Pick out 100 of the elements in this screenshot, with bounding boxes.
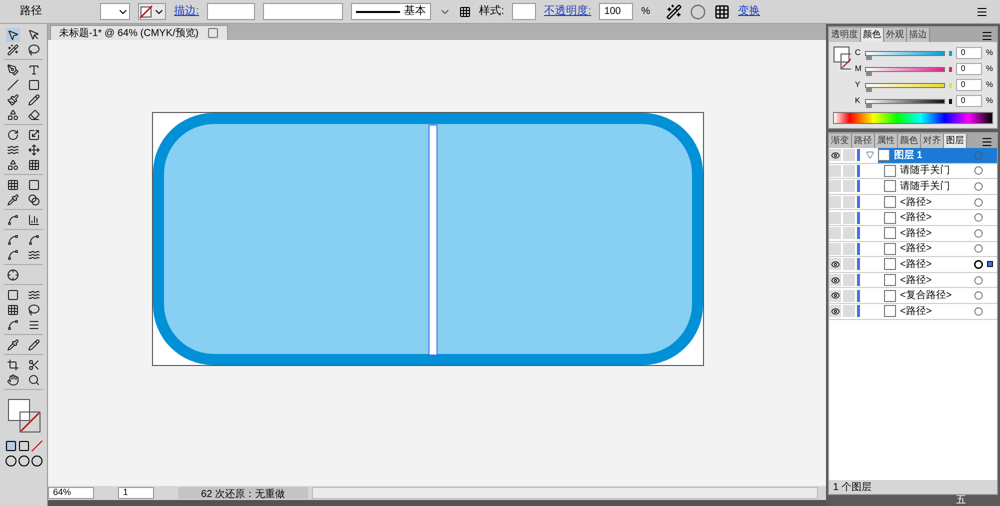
channel-value-field[interactable]: 0 [956, 47, 982, 59]
twirl-tool-icon[interactable] [27, 303, 42, 317]
lock-toggle[interactable] [843, 164, 855, 177]
lock-toggle[interactable] [843, 258, 855, 270]
target-icon[interactable] [974, 228, 983, 238]
zoom-tool-icon[interactable] [27, 373, 42, 387]
target-icon[interactable] [974, 276, 983, 285]
lock-toggle[interactable] [843, 227, 855, 240]
flag-tool-icon[interactable] [27, 288, 42, 302]
opacity-field[interactable]: 100 [599, 3, 634, 20]
direct-selection-tool-icon[interactable] [27, 28, 42, 42]
lock-toggle[interactable] [843, 149, 855, 162]
panel-tab[interactable]: 描边 [907, 28, 930, 42]
panel-tab[interactable]: 属性 [875, 134, 898, 148]
style-dropdown[interactable] [512, 3, 536, 20]
target-icon[interactable] [974, 244, 983, 254]
draw-normal-icon[interactable] [4, 455, 16, 467]
dropper-tool-icon[interactable] [6, 338, 20, 352]
color-spectrum[interactable] [833, 112, 993, 124]
gradient-tool-icon[interactable] [27, 178, 42, 192]
visibility-toggle[interactable] [829, 212, 841, 224]
visibility-toggle[interactable] [829, 274, 841, 286]
stroke-weight-field[interactable] [207, 3, 256, 20]
visibility-toggle[interactable] [829, 258, 841, 270]
stroke-swatch-icon[interactable] [19, 411, 41, 433]
none-mode-icon[interactable] [30, 440, 42, 452]
draw-behind-icon[interactable] [18, 455, 30, 467]
channel-value-field[interactable]: 0 [956, 95, 982, 107]
line-tool-icon[interactable] [6, 78, 20, 92]
panel-tab[interactable]: 颜色 [861, 28, 884, 42]
visibility-toggle[interactable] [829, 149, 841, 162]
mesh-tool-icon[interactable] [6, 178, 20, 192]
channel-value-field[interactable]: 0 [956, 79, 982, 91]
free-transform-tool-icon[interactable] [27, 143, 42, 157]
blob-brush-tool-icon[interactable] [6, 108, 20, 122]
curve-tool-icon[interactable] [6, 233, 20, 247]
type-tool-icon[interactable] [27, 63, 42, 77]
visibility-toggle[interactable] [829, 227, 841, 240]
eraser-tool-icon[interactable] [27, 108, 42, 122]
opacity-link[interactable]: 不透明度: [544, 3, 592, 20]
marker-tool-icon[interactable] [27, 338, 42, 352]
target-icon[interactable] [974, 213, 983, 222]
target-icon[interactable] [974, 260, 983, 269]
transform-link[interactable]: 变换 [738, 3, 760, 20]
no-stroke-icon[interactable] [139, 4, 153, 18]
variable-width-dropdown[interactable] [263, 3, 344, 20]
horizontal-scrollbar[interactable] [312, 487, 818, 499]
corner-tool-icon[interactable] [27, 233, 42, 247]
target-icon[interactable] [974, 182, 983, 191]
panel-tab[interactable]: 路径 [852, 134, 875, 148]
eyedropper-tool-icon[interactable] [6, 193, 20, 207]
gradient-mode-icon[interactable] [18, 440, 30, 452]
lock-toggle[interactable] [843, 274, 855, 286]
panel-tab[interactable]: 渐变 [829, 134, 852, 148]
brush-dropdown[interactable]: 基本 [351, 3, 432, 20]
rectangle-tool-icon[interactable] [27, 78, 42, 92]
stroke-dropdown[interactable] [138, 3, 166, 20]
layer-row[interactable]: 图层 1 [878, 148, 997, 163]
panel-tab[interactable]: 颜色 [898, 134, 921, 148]
artboard-tool-icon[interactable] [6, 358, 20, 372]
stroke-link[interactable]: 描边: [174, 3, 200, 20]
normal-mode-icon[interactable] [4, 440, 16, 452]
zoom-dropdown[interactable]: 64% [48, 487, 94, 499]
hand-tool-icon[interactable] [6, 373, 20, 387]
fill-stroke-icon[interactable] [833, 46, 851, 70]
wave-tool-icon[interactable] [27, 248, 42, 262]
channel-value-field[interactable]: 0 [956, 63, 982, 75]
visibility-toggle[interactable] [829, 290, 841, 302]
slice-tool-icon[interactable] [27, 358, 42, 372]
panel-tab[interactable]: 对齐 [921, 134, 944, 148]
target-icon[interactable] [974, 306, 983, 316]
panel-menu-icon[interactable] [981, 30, 993, 42]
blend-tool-icon[interactable] [27, 193, 42, 207]
lasso-tool-icon[interactable] [27, 43, 42, 57]
menu-icon[interactable] [976, 6, 988, 18]
lock-toggle[interactable] [843, 242, 855, 255]
visibility-toggle[interactable] [829, 305, 841, 318]
lock-toggle[interactable] [843, 212, 855, 224]
artboard-dropdown[interactable]: 1 [118, 487, 154, 499]
visibility-toggle[interactable] [829, 164, 841, 177]
graph-tool-icon[interactable] [27, 213, 42, 227]
draw-inside-icon[interactable] [30, 455, 42, 467]
visibility-toggle[interactable] [829, 180, 841, 192]
envelope-tool-icon[interactable] [6, 288, 20, 302]
lines-tool-icon[interactable] [27, 318, 42, 332]
visibility-toggle[interactable] [829, 242, 841, 255]
scale-tool-icon[interactable] [27, 128, 42, 142]
visibility-toggle[interactable] [829, 196, 841, 208]
lock-toggle[interactable] [843, 290, 855, 302]
panel-tab[interactable]: 透明度 [829, 28, 861, 42]
document-tab[interactable]: 未标题-1* @ 64% (CMYK/预览) [50, 25, 228, 40]
close-icon[interactable] [206, 27, 219, 39]
pencil-tool-icon[interactable] [27, 93, 42, 107]
warp-tool-icon[interactable] [6, 143, 20, 157]
lock-toggle[interactable] [843, 196, 855, 208]
rotate-tool-icon[interactable] [6, 128, 20, 142]
pen-tool-icon[interactable] [6, 63, 20, 77]
lock-toggle[interactable] [843, 305, 855, 318]
panel-tab[interactable]: 图层 [944, 134, 967, 148]
selection-tool-icon[interactable] [6, 28, 20, 42]
